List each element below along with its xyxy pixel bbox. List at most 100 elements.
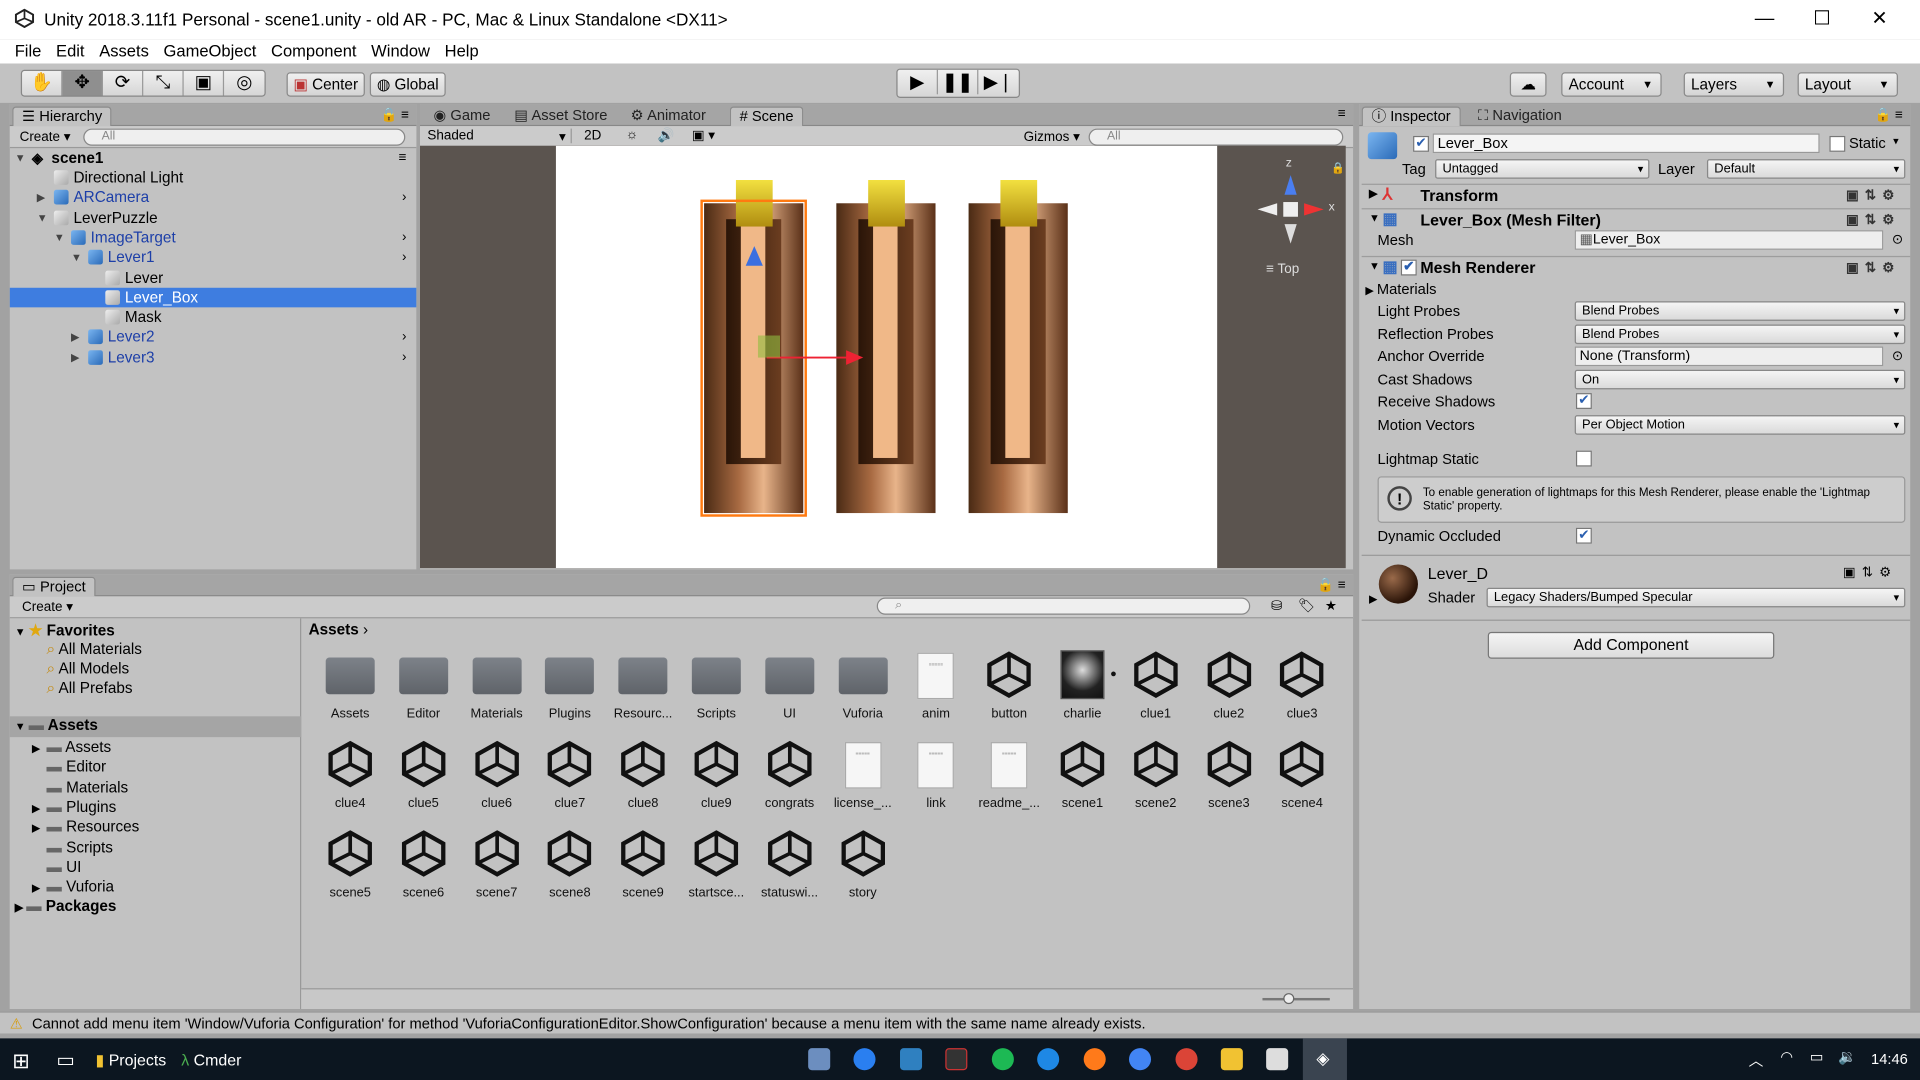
step-icon[interactable]: ▶❘ (978, 70, 1018, 94)
open-prefab-arrow-icon[interactable]: › (402, 248, 406, 268)
gizmo-view-label[interactable]: ≡ Top (1266, 262, 1299, 277)
asset-item[interactable]: ≡≡≡≡≡ license_... (826, 740, 899, 811)
collab-cloud-icon[interactable]: ☁ (1509, 72, 1547, 97)
tab-scene[interactable]: # Scene (729, 106, 804, 127)
layers-dropdown[interactable]: Layers ▼ (1683, 72, 1785, 97)
static-dropdown-icon[interactable]: ▾ (1893, 135, 1899, 148)
task-view-icon[interactable]: ▭ (56, 1048, 75, 1072)
packages-root[interactable]: ▶ ▬ Packages (15, 898, 117, 915)
zoom-slider-handle[interactable] (1283, 993, 1295, 1005)
layout-dropdown[interactable]: Layout ▼ (1797, 72, 1898, 97)
asset-item[interactable]: ● charlie (1046, 650, 1119, 721)
asset-item[interactable]: scene5 (313, 829, 386, 900)
shader-dropdown[interactable]: Legacy Shaders/Bumped Specular (1486, 587, 1906, 608)
object-picker-icon[interactable]: ⊙ (1892, 231, 1903, 248)
menu-window[interactable]: Window (364, 40, 437, 60)
scene-viewport[interactable]: z x 🔒 ≡ Top (420, 145, 1346, 569)
asset-item[interactable]: Plugins (533, 650, 606, 721)
edge-icon[interactable] (1037, 1048, 1060, 1071)
minimize-button[interactable]: — (1736, 0, 1792, 39)
mesh-field[interactable]: ▦Lever_Box (1574, 230, 1884, 250)
asset-item[interactable]: Vuforia (826, 650, 899, 721)
asset-item[interactable]: scene2 (1119, 740, 1192, 811)
asset-item[interactable]: ≡≡≡≡≡ anim (899, 650, 972, 721)
light-probes-dropdown[interactable]: Blend Probes (1574, 301, 1906, 321)
asset-item[interactable]: Assets (313, 650, 386, 721)
reflection-probes-dropdown[interactable]: Blend Probes (1574, 324, 1906, 345)
asset-item[interactable]: scene3 (1192, 740, 1265, 811)
cast-shadows-dropdown[interactable]: On (1574, 369, 1906, 390)
asset-item[interactable]: clue6 (460, 740, 533, 811)
receive-shadows-checkbox[interactable]: ✔ (1575, 393, 1592, 409)
hierarchy-item-lever1[interactable]: ▼ Lever1 › (10, 248, 417, 268)
scene-panel-menu-icon[interactable]: ≡ (1338, 107, 1346, 122)
pivot-global-button[interactable]: ◍ Global (369, 72, 446, 97)
hierarchy-search-input[interactable]: All (83, 128, 406, 146)
play-icon[interactable]: ▶ (898, 69, 938, 95)
hierarchy-item-leverpuzzle[interactable]: ▼ LeverPuzzle (10, 208, 417, 228)
expand-arrow-icon[interactable]: ▶ (32, 822, 47, 835)
shading-mode-dropdown[interactable]: Shaded ▾ (427, 128, 572, 144)
hierarchy-item-lever-box[interactable]: Lever_Box (9, 287, 417, 308)
expand-arrow-icon[interactable]: ▶ (71, 327, 79, 347)
photos-app-icon[interactable] (808, 1048, 831, 1071)
menu-file[interactable]: File (7, 40, 48, 60)
chrome-icon[interactable] (1175, 1048, 1198, 1071)
open-prefab-arrow-icon[interactable]: › (402, 228, 406, 248)
asset-item[interactable]: scene4 (1265, 740, 1338, 811)
asset-item[interactable]: button (972, 650, 1045, 721)
unity-taskbar-active[interactable]: ◈ (1302, 1038, 1347, 1080)
battery-icon[interactable]: ▭ (1810, 1048, 1824, 1065)
collapse-arrow-icon[interactable]: ▼ (1369, 260, 1380, 272)
open-prefab-arrow-icon[interactable]: › (402, 347, 406, 367)
asset-item[interactable]: Materials (460, 650, 533, 721)
skype-icon[interactable] (853, 1048, 876, 1071)
filter-by-type-icon[interactable]: ⛁ (1271, 598, 1282, 614)
tab-asset-store[interactable]: ▤ Asset Store (506, 107, 616, 127)
hierarchy-item-directional light[interactable]: Directional Light (10, 168, 417, 188)
asset-item[interactable]: scene9 (606, 829, 679, 900)
tab-inspector[interactable]: ⓘ Inspector (1361, 106, 1461, 127)
menu-gameobject[interactable]: GameObject (156, 40, 263, 60)
tab-project[interactable]: ▭ Project (12, 576, 96, 597)
asset-item[interactable]: startsce... (680, 829, 753, 900)
asset-item[interactable]: Editor (387, 650, 460, 721)
menu-help[interactable]: Help (437, 40, 486, 60)
project-search-input[interactable]: ⌕ (876, 597, 1251, 615)
collapse-arrow-icon[interactable]: ▼ (1369, 212, 1380, 224)
assets-folder-resources[interactable]: ▶ ▬ Resources (32, 818, 139, 835)
tab-animator[interactable]: ⚙ Animator (622, 107, 714, 127)
asset-item[interactable]: Resourc... (606, 650, 679, 721)
project-panel-menu-icon[interactable]: 🔒 ≡ (1317, 577, 1345, 593)
asset-item[interactable]: scene6 (387, 829, 460, 900)
asset-item[interactable]: congrats (753, 740, 826, 811)
favorite-all-prefabs[interactable]: ⌕ All Prefabs (47, 680, 133, 698)
file-explorer-icon[interactable] (1220, 1048, 1243, 1071)
move-tool-icon[interactable]: ✥ (62, 71, 103, 96)
object-picker-icon[interactable]: ⊙ (1892, 348, 1903, 364)
static-checkbox[interactable] (1829, 135, 1846, 152)
asset-item[interactable]: ≡≡≡≡≡ link (899, 740, 972, 811)
favorite-all-models[interactable]: ⌕ All Models (47, 660, 130, 678)
scene-search-input[interactable]: All (1088, 128, 1344, 146)
open-prefab-arrow-icon[interactable]: › (402, 188, 406, 208)
expand-arrow-icon[interactable]: ▼ (15, 148, 26, 168)
motion-vectors-dropdown[interactable]: Per Object Motion (1574, 415, 1906, 435)
collapse-arrow-icon[interactable]: ▼ (54, 228, 65, 248)
expand-arrow-icon[interactable]: ▶ (37, 188, 45, 208)
clock[interactable]: 14:46 (1871, 1051, 1908, 1068)
mesh-filter-component-header[interactable]: ▼ ▦ Lever_Box (Mesh Filter) ▣⇅⚙ (1361, 208, 1911, 230)
component-settings-icon[interactable]: ▣⇅⚙ (1846, 212, 1900, 228)
asset-item[interactable]: Scripts (680, 650, 753, 721)
assets-folder-scripts[interactable]: ▬ Scripts (32, 838, 113, 855)
spotify-icon[interactable] (991, 1048, 1014, 1071)
favorite-star-icon[interactable]: ★ (1325, 598, 1337, 614)
asset-item[interactable]: clue8 (606, 740, 679, 811)
mesh-renderer-enabled-checkbox[interactable]: ✔ (1400, 259, 1417, 276)
tab-game[interactable]: ◉ Game (425, 107, 499, 127)
tab-hierarchy[interactable]: ☰ Hierarchy (12, 106, 112, 127)
rect-tool-icon[interactable]: ▣ (184, 71, 225, 96)
hierarchy-item-mask[interactable]: Mask (10, 307, 417, 327)
dynamic-occluded-checkbox[interactable]: ✔ (1575, 527, 1592, 544)
account-dropdown[interactable]: Account ▼ (1561, 72, 1662, 97)
